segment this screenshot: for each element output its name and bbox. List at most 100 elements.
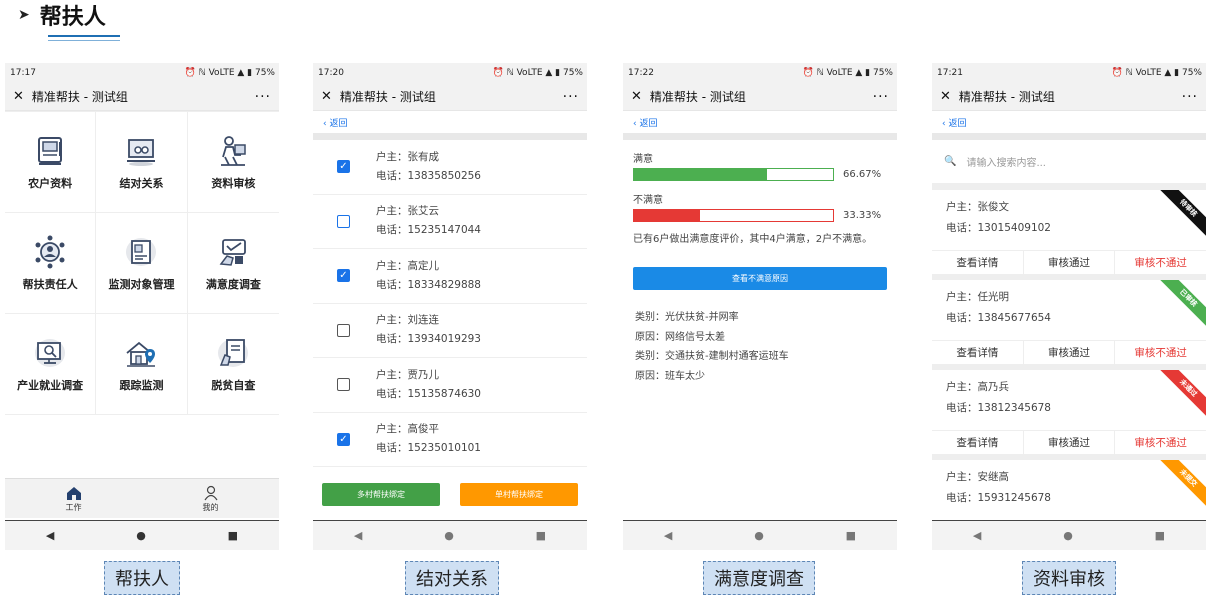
- tab-mine[interactable]: 我的: [142, 479, 279, 518]
- multi-village-bind-button[interactable]: 多村帮扶绑定: [322, 483, 440, 506]
- back-icon[interactable]: ◀: [354, 529, 362, 542]
- satisfied-label: 满意: [633, 154, 653, 165]
- reject-button[interactable]: 审核不通过: [1115, 431, 1206, 454]
- binding-buttons: 多村帮扶绑定 单村帮扶绑定: [313, 483, 587, 506]
- search-bar[interactable]: 🔍 请输入搜索内容...: [932, 140, 1206, 184]
- reason-list: 类别：光伏扶贫-并网率 原因：网络信号太差 类别：交通扶贫-建制村通客运班车 原…: [623, 290, 897, 386]
- unsatisfied-progress-bar: [633, 209, 834, 222]
- card-phone: 电话：13015409102: [946, 222, 1051, 234]
- household-row[interactable]: ✓ 户主：高定儿电话：18334829888: [313, 249, 587, 304]
- approve-button[interactable]: 审核通过: [1024, 431, 1116, 454]
- grid-item-monitor-management[interactable]: 监测对象管理: [96, 213, 188, 314]
- grid-item-label: 资料审核: [211, 177, 256, 190]
- tracking-icon: [126, 341, 156, 367]
- close-icon[interactable]: ✕: [321, 89, 332, 104]
- status-bar: 17:17 ⏰ ℕ VoLTE ▲ ▮ 75%: [5, 63, 279, 83]
- more-icon[interactable]: ···: [563, 89, 579, 105]
- home-button-icon[interactable]: ●: [136, 529, 146, 542]
- card-phone: 电话：13812345678: [946, 402, 1051, 414]
- responsible-person-icon: [35, 235, 65, 269]
- status-bar: 17:22 ⏰ ℕ VoLTE ▲ ▮ 75%: [623, 63, 897, 83]
- grid-item-responsible-person[interactable]: 帮扶责任人: [5, 213, 97, 314]
- divider: [313, 133, 587, 140]
- recent-apps-icon[interactable]: ■: [1155, 529, 1165, 542]
- household-row[interactable]: ✓ 户主：高俊平 电话：15235010101: [313, 413, 587, 467]
- grid-item-audit[interactable]: 资料审核: [187, 112, 279, 213]
- phone-screen-satisfaction: 17:22 ⏰ ℕ VoLTE ▲ ▮ 75% ✕ 精准帮扶 - 测试组 ···…: [623, 63, 897, 550]
- view-details-button[interactable]: 查看详情: [932, 341, 1024, 364]
- grid-item-farmer-file[interactable]: 农户资料: [5, 112, 97, 213]
- close-icon[interactable]: ✕: [940, 89, 951, 104]
- checkbox-checked[interactable]: ✓: [337, 160, 350, 174]
- card-owner: 户主：安继高: [946, 471, 1009, 483]
- back-link[interactable]: ‹ 返回: [932, 111, 1206, 133]
- household-row[interactable]: 户主：刘连连 电话：13934019293: [313, 304, 587, 358]
- approve-button[interactable]: 审核通过: [1024, 251, 1116, 274]
- unsatisfied-label: 不满意: [633, 195, 663, 206]
- more-icon[interactable]: ···: [1182, 89, 1198, 105]
- recent-apps-icon[interactable]: ■: [536, 529, 546, 542]
- monitor-management-icon: [126, 238, 157, 266]
- search-input[interactable]: 请输入搜索内容...: [966, 154, 1046, 169]
- home-button-icon[interactable]: ●: [1063, 529, 1073, 542]
- household-owner: 户主：张有成: [376, 150, 439, 163]
- household-phone: 电话：18334829888: [376, 278, 481, 291]
- more-icon[interactable]: ···: [255, 89, 271, 105]
- checkbox-checked[interactable]: ✓: [337, 269, 350, 283]
- back-icon[interactable]: ◀: [973, 529, 981, 542]
- household-row[interactable]: 户主：贾乃儿 电话：15135874630: [313, 358, 587, 413]
- reason-line: 类别：光伏扶贫-并网率: [635, 312, 739, 323]
- recent-apps-icon[interactable]: ■: [228, 529, 238, 542]
- caption-audit: 资料审核: [1022, 561, 1116, 595]
- back-link[interactable]: ‹ 返回: [313, 111, 587, 133]
- checkbox[interactable]: [337, 214, 350, 228]
- grid-item-self-check[interactable]: 脱贫自查: [187, 314, 279, 415]
- satisfied-progress-fill: [634, 169, 767, 180]
- grid-item-label: 满意度调查: [205, 278, 261, 291]
- audit-card-list: 待审核 户主：张俊文 电话：13015409102 查看详情 审核通过 审核不通过 已…: [932, 184, 1206, 544]
- section-title: 帮扶人: [39, 5, 106, 30]
- self-check-icon: [218, 339, 249, 367]
- app-title: 精准帮扶 - 测试组: [31, 90, 128, 104]
- checkbox[interactable]: [337, 378, 350, 392]
- grid-item-pairing[interactable]: 结对关系: [96, 112, 188, 213]
- approve-button[interactable]: 审核通过: [1024, 341, 1116, 364]
- household-row[interactable]: ✓ 户主：张有成 电话：13835850256: [313, 140, 587, 195]
- audit-card: 未通过 户主：高乃兵 电话：13812345678 查看详情 审核通过 审核不通过: [932, 364, 1206, 454]
- search-icon: 🔍: [944, 156, 957, 167]
- caption-helper: 帮扶人: [104, 561, 180, 595]
- heading-underline-thin: [48, 40, 120, 41]
- checkbox-checked[interactable]: ✓: [337, 432, 350, 446]
- tab-work[interactable]: 工作: [5, 479, 142, 518]
- single-village-bind-button[interactable]: 单村帮扶绑定: [460, 483, 578, 506]
- status-icons: ⏰ ℕ VoLTE ▲ ▮ 75%: [184, 68, 275, 78]
- grid-item-industry-survey[interactable]: 产业就业调查: [5, 314, 97, 415]
- tab-label: 工作: [65, 502, 82, 512]
- status-icons: ⏰ ℕ VoLTE ▲ ▮ 75%: [1111, 68, 1202, 78]
- phone-screen-audit: 17:21 ⏰ ℕ VoLTE ▲ ▮ 75% ✕ 精准帮扶 - 测试组 ···…: [932, 63, 1206, 550]
- grid-item-label: 脱贫自查: [211, 379, 256, 392]
- audit-card: 待审核 户主：张俊文 电话：13015409102 查看详情 审核通过 审核不通过: [932, 184, 1206, 274]
- reject-button[interactable]: 审核不通过: [1115, 341, 1206, 364]
- recent-apps-icon[interactable]: ■: [846, 529, 856, 542]
- back-icon[interactable]: ◀: [664, 529, 672, 542]
- back-link[interactable]: ‹ 返回: [623, 111, 897, 133]
- home-button-icon[interactable]: ●: [444, 529, 454, 542]
- view-details-button[interactable]: 查看详情: [932, 431, 1024, 454]
- home-button-icon[interactable]: ●: [754, 529, 764, 542]
- grid-item-tracking[interactable]: 跟踪监测: [96, 314, 188, 415]
- close-icon[interactable]: ✕: [631, 89, 642, 104]
- checkbox[interactable]: [337, 323, 350, 337]
- back-icon[interactable]: ◀: [46, 529, 54, 542]
- view-unsatisfied-reasons-button[interactable]: 查看不满意原因: [633, 267, 887, 290]
- android-nav-bar: ◀ ● ■: [313, 520, 587, 550]
- household-row[interactable]: 户主：张艾云 电话：15235147044: [313, 195, 587, 249]
- close-icon[interactable]: ✕: [13, 89, 24, 104]
- reject-button[interactable]: 审核不通过: [1115, 251, 1206, 274]
- household-owner: 户主：高定儿: [376, 259, 439, 272]
- status-time: 17:22: [628, 68, 654, 78]
- more-icon[interactable]: ···: [873, 89, 889, 105]
- view-details-button[interactable]: 查看详情: [932, 251, 1024, 274]
- grid-item-satisfaction[interactable]: 满意度调查: [187, 213, 279, 314]
- grid-item-label: 结对关系: [119, 177, 164, 190]
